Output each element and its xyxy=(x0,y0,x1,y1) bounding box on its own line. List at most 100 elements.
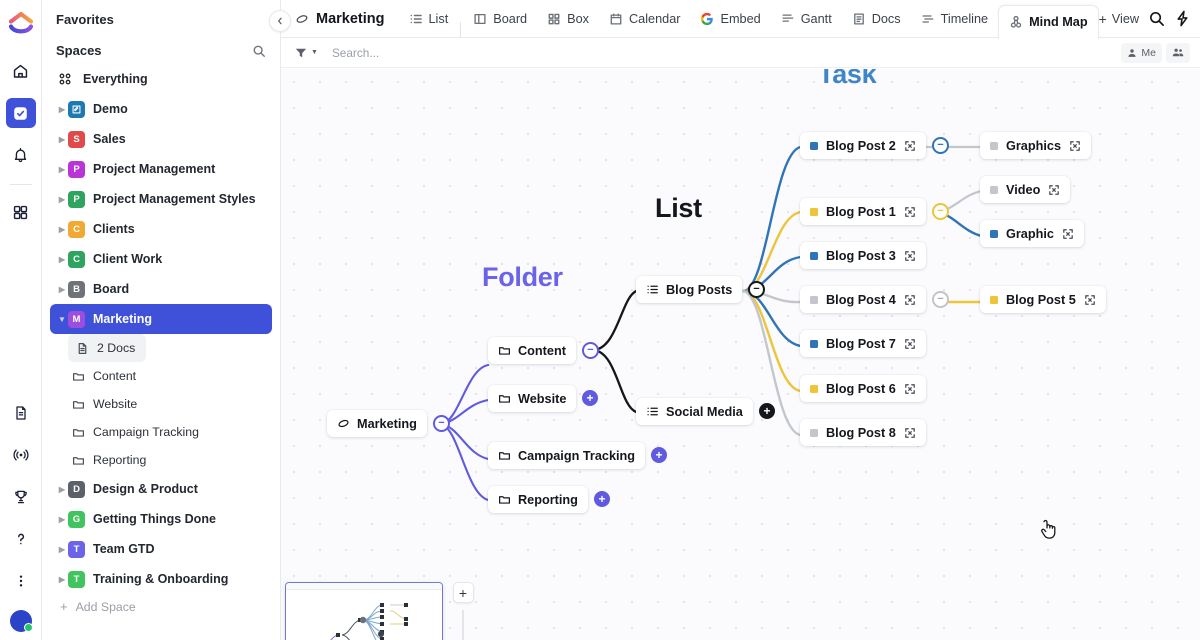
rail-item-more[interactable] xyxy=(6,566,36,596)
caret-down-icon[interactable]: ▼ xyxy=(56,315,68,324)
mindmap-node-content[interactable]: Content xyxy=(488,337,576,364)
sidebar-item-marketing[interactable]: ▼ M Marketing xyxy=(50,304,272,334)
rail-item-home[interactable] xyxy=(6,56,36,86)
sidebar-item-demo[interactable]: ▶ Demo xyxy=(50,94,272,124)
zoom-slider[interactable] xyxy=(462,610,464,640)
minimap[interactable] xyxy=(285,582,443,640)
sidebar-item-design-product[interactable]: ▶ D Design & Product xyxy=(50,474,272,504)
caret-right-icon[interactable]: ▶ xyxy=(56,575,68,584)
sidebar-item-clients[interactable]: ▶ C Clients xyxy=(50,214,272,244)
tab-mind-map[interactable]: Mind Map xyxy=(998,4,1099,39)
node-toggle-blogposts[interactable]: − xyxy=(748,281,765,298)
tab-board[interactable]: Board xyxy=(463,0,537,38)
rail-item-broadcast[interactable] xyxy=(6,440,36,470)
mindmap-node-bp5[interactable]: Blog Post 5 xyxy=(980,286,1106,313)
mindmap-node-graphic[interactable]: Graphic xyxy=(980,220,1084,247)
sidebar-subitem-reporting[interactable]: Reporting xyxy=(64,446,272,474)
node-toggle-socialmedia[interactable]: + xyxy=(759,403,775,419)
caret-right-icon[interactable]: ▶ xyxy=(56,515,68,524)
node-toggle-reporting[interactable]: + xyxy=(594,491,610,507)
sidebar-item-project-management[interactable]: ▶ P Project Management xyxy=(50,154,272,184)
expand-task-icon[interactable] xyxy=(1062,228,1074,240)
tab-list[interactable]: List xyxy=(399,0,459,38)
zoom-in-button[interactable]: + xyxy=(452,582,474,603)
tab-docs[interactable]: Docs xyxy=(842,0,911,38)
caret-right-icon[interactable]: ▶ xyxy=(56,195,68,204)
node-toggle-website[interactable]: + xyxy=(582,390,598,406)
expand-task-icon[interactable] xyxy=(1048,184,1060,196)
clickup-logo-icon[interactable] xyxy=(7,10,35,38)
add-view-button[interactable]: + View xyxy=(1099,11,1139,27)
search-icon[interactable] xyxy=(252,44,266,58)
expand-task-icon[interactable] xyxy=(1084,294,1096,306)
sidebar-item-board[interactable]: ▶ B Board xyxy=(50,274,272,304)
add-space-button[interactable]: + Add Space xyxy=(42,599,281,614)
tab-gantt[interactable]: Gantt xyxy=(771,0,842,38)
sidebar-item-training-onboarding[interactable]: ▶ T Training & Onboarding xyxy=(50,564,272,594)
filter-me-button[interactable]: Me xyxy=(1121,42,1162,63)
mindmap-node-blogposts[interactable]: Blog Posts xyxy=(636,276,743,303)
caret-right-icon[interactable]: ▶ xyxy=(56,135,68,144)
mindmap-node-bp3[interactable]: Blog Post 3 xyxy=(800,242,926,269)
node-toggle-bp1[interactable]: − xyxy=(932,203,949,220)
rail-item-notifications[interactable] xyxy=(6,140,36,170)
caret-right-icon[interactable]: ▶ xyxy=(56,105,68,114)
caret-right-icon[interactable]: ▶ xyxy=(56,225,68,234)
rail-item-tasks[interactable] xyxy=(5,98,36,128)
assignees-button[interactable] xyxy=(1166,42,1190,63)
sidebar-subitem-website[interactable]: Website xyxy=(64,390,272,418)
mindmap-node-campaign[interactable]: Campaign Tracking xyxy=(488,442,646,469)
caret-right-icon[interactable]: ▶ xyxy=(56,545,68,554)
expand-task-icon[interactable] xyxy=(904,250,916,262)
mindmap-node-socialmedia[interactable]: Social Media xyxy=(636,398,753,425)
expand-task-icon[interactable] xyxy=(1069,140,1081,152)
rail-item-goals[interactable] xyxy=(6,482,36,512)
sidebar-item-everything[interactable]: Everything xyxy=(50,64,272,94)
sidebar-subitem-content[interactable]: Content xyxy=(64,362,272,390)
node-toggle-content[interactable]: − xyxy=(582,342,599,359)
sidebar-item-client-work[interactable]: ▶ C Client Work xyxy=(50,244,272,274)
sidebar-item-getting-things-done[interactable]: ▶ G Getting Things Done xyxy=(50,504,272,534)
tab-embed[interactable]: Embed xyxy=(690,0,770,38)
node-toggle-campaign[interactable]: + xyxy=(651,447,667,463)
caret-right-icon[interactable]: ▶ xyxy=(56,285,68,294)
mindmap-node-reporting[interactable]: Reporting xyxy=(488,486,588,513)
tab-calendar[interactable]: Calendar xyxy=(599,0,691,38)
mindmap-node-bp1[interactable]: Blog Post 1 xyxy=(800,198,926,225)
node-toggle-marketing[interactable]: − xyxy=(433,415,450,432)
expand-task-icon[interactable] xyxy=(904,427,916,439)
lightning-icon[interactable] xyxy=(1174,10,1191,27)
mindmap-node-marketing[interactable]: Marketing xyxy=(327,410,427,437)
mindmap-node-bp6[interactable]: Blog Post 6 xyxy=(800,375,926,402)
search-icon[interactable] xyxy=(1148,10,1165,27)
mindmap-node-graphics[interactable]: Graphics xyxy=(980,132,1091,159)
expand-task-icon[interactable] xyxy=(904,338,916,350)
search-input[interactable]: Search... xyxy=(332,46,379,60)
mindmap-node-bp8[interactable]: Blog Post 8 xyxy=(800,419,926,446)
sidebar-subitem-2-docs[interactable]: 2 Docs xyxy=(68,334,146,362)
node-toggle-bp2[interactable]: − xyxy=(932,137,949,154)
mindmap-node-bp4[interactable]: Blog Post 4 xyxy=(800,286,926,313)
mindmap-node-website[interactable]: Website xyxy=(488,385,577,412)
tab-box[interactable]: Box xyxy=(537,0,599,38)
user-avatar[interactable] xyxy=(10,610,33,632)
expand-task-icon[interactable] xyxy=(904,294,916,306)
mindmap-node-bp2[interactable]: Blog Post 2 xyxy=(800,132,926,159)
mindmap-canvas[interactable]: Folder List Task Marketing − Content − Website… xyxy=(281,69,1200,640)
node-toggle-bp4[interactable]: − xyxy=(932,291,949,308)
caret-right-icon[interactable]: ▶ xyxy=(56,165,68,174)
expand-task-icon[interactable] xyxy=(904,206,916,218)
sidebar-subitem-campaign-tracking[interactable]: Campaign Tracking xyxy=(64,418,272,446)
sidebar-item-project-management-styles[interactable]: ▶ P Project Management Styles xyxy=(50,184,272,214)
rail-item-help[interactable] xyxy=(6,524,36,554)
mindmap-node-video[interactable]: Video xyxy=(980,176,1071,203)
caret-right-icon[interactable]: ▶ xyxy=(56,485,68,494)
caret-right-icon[interactable]: ▶ xyxy=(56,255,68,264)
rail-item-docs[interactable] xyxy=(6,398,36,428)
sidebar-item-team-gtd[interactable]: ▶ T Team GTD xyxy=(50,534,272,564)
space-title[interactable]: Marketing xyxy=(295,11,385,27)
sidebar-collapse-button[interactable] xyxy=(269,10,291,32)
sidebar-item-sales[interactable]: ▶ S Sales xyxy=(50,124,272,154)
filter-button[interactable]: ▼ xyxy=(295,47,318,59)
mindmap-node-bp7[interactable]: Blog Post 7 xyxy=(800,330,926,357)
